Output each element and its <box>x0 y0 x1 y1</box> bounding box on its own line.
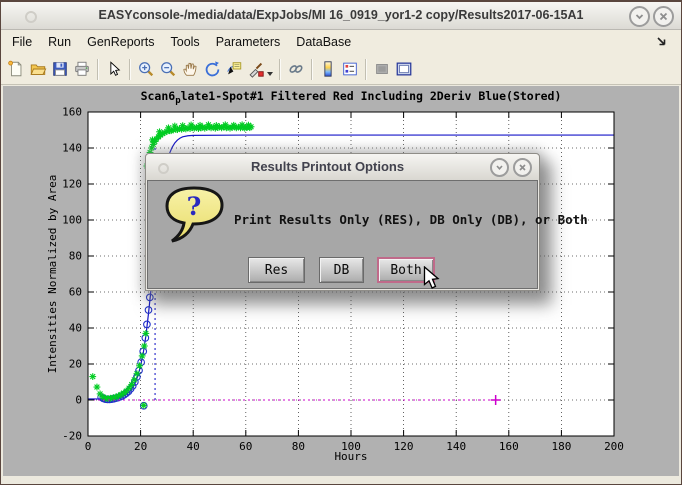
colorbar-icon <box>319 60 337 78</box>
pan-hand-icon <box>181 60 199 78</box>
svg-text:?: ? <box>187 192 202 221</box>
dialog-body: ? Print Results Only (RES), DB Only (DB)… <box>147 180 538 289</box>
results-printout-dialog: Results Printout Options ? Print Results… <box>145 153 540 291</box>
zoom-in-button[interactable] <box>135 57 157 81</box>
plot-tools-off-icon <box>373 60 391 78</box>
plot-tools-dock-button[interactable] <box>393 57 415 81</box>
toolbar-separator <box>279 59 281 80</box>
chevron-down-icon <box>633 10 646 23</box>
save-floppy-icon <box>51 60 69 78</box>
dialog-title: Results Printout Options <box>186 159 469 174</box>
menu-database[interactable]: DataBase <box>296 35 351 49</box>
figure-toolbar <box>1 54 681 85</box>
plot-tools-button[interactable] <box>371 57 393 81</box>
insert-legend-button[interactable] <box>339 57 361 81</box>
insert-colorbar-button[interactable] <box>317 57 339 81</box>
window-menu-icon[interactable] <box>25 11 37 23</box>
dialog-close-button[interactable] <box>513 158 532 177</box>
legend-icon <box>341 60 359 78</box>
dialog-message: Print Results Only (RES), DB Only (DB), … <box>234 212 588 227</box>
window-shade-button[interactable] <box>629 6 650 27</box>
menu-genreports[interactable]: GenReports <box>87 35 154 49</box>
dialog-titlebar[interactable]: Results Printout Options <box>146 154 539 180</box>
menu-file[interactable]: File <box>12 35 32 49</box>
menu-overflow-arrow-icon <box>655 34 669 51</box>
zoom-in-icon <box>137 60 155 78</box>
dialog-window-menu-icon[interactable] <box>158 163 169 174</box>
dialog-shade-button[interactable] <box>490 158 509 177</box>
save-figure-button[interactable] <box>49 57 71 81</box>
brush-icon <box>247 60 265 78</box>
link-plot-button[interactable] <box>285 57 307 81</box>
rotate-3d-button[interactable] <box>201 57 223 81</box>
printer-icon <box>73 60 91 78</box>
print-figure-button[interactable] <box>71 57 93 81</box>
pan-button[interactable] <box>179 57 201 81</box>
link-chain-icon <box>287 60 305 78</box>
window-titlebar[interactable]: EASYconsole-/media/data/ExpJobs/MI 16_09… <box>1 2 681 30</box>
new-document-icon <box>7 60 25 78</box>
close-icon <box>517 162 528 173</box>
pointer-tool-button[interactable] <box>103 57 125 81</box>
toolbar-separator <box>365 59 367 80</box>
open-file-button[interactable] <box>27 57 49 81</box>
toolbar-separator <box>97 59 99 80</box>
menu-parameters[interactable]: Parameters <box>216 35 281 49</box>
brush-dropdown-caret-icon[interactable] <box>267 72 273 76</box>
db-button[interactable]: DB <box>319 257 364 283</box>
menu-run[interactable]: Run <box>48 35 71 49</box>
new-document-button[interactable] <box>5 57 27 81</box>
window-close-button[interactable] <box>653 6 674 27</box>
toolbar-separator <box>129 59 131 80</box>
zoom-out-icon <box>159 60 177 78</box>
plot-tools-dock-icon <box>395 60 413 78</box>
mouse-cursor-icon <box>423 266 443 292</box>
brush-data-button[interactable] <box>245 57 267 81</box>
open-folder-icon <box>29 60 47 78</box>
data-cursor-button[interactable] <box>223 57 245 81</box>
datatip-icon <box>225 60 243 78</box>
close-icon <box>657 10 670 23</box>
rotate-icon <box>203 60 221 78</box>
window-title: EASYconsole-/media/data/ExpJobs/MI 16_09… <box>61 8 621 22</box>
menubar: File Run GenReports Tools Parameters Dat… <box>1 30 681 54</box>
pointer-arrow-icon <box>105 60 123 78</box>
res-button[interactable]: Res <box>248 257 305 283</box>
toolbar-separator <box>311 59 313 80</box>
chevron-down-icon <box>494 162 505 173</box>
question-icon: ? <box>162 184 228 250</box>
menu-tools[interactable]: Tools <box>171 35 200 49</box>
zoom-out-button[interactable] <box>157 57 179 81</box>
